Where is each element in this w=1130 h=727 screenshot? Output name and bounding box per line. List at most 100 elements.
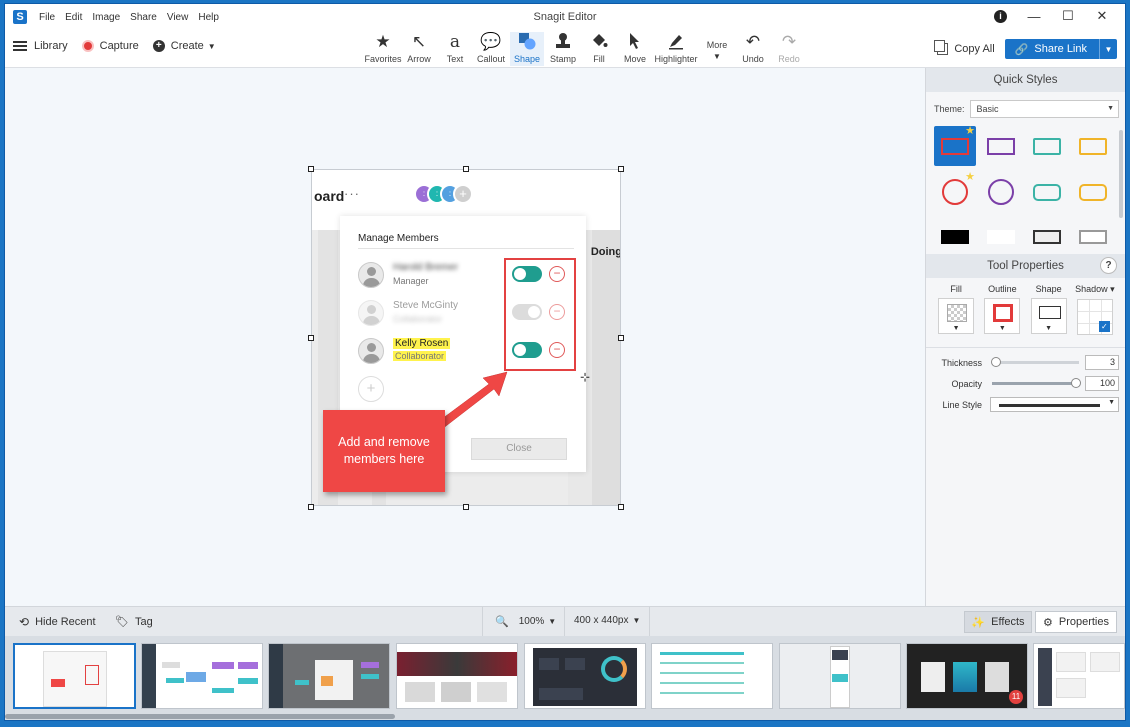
menu-help[interactable]: Help: [198, 12, 219, 23]
effects-button[interactable]: ✨ Effects: [964, 611, 1032, 633]
chevron-down-icon: ▼: [998, 325, 1006, 332]
library-label: Library: [34, 40, 68, 52]
library-button[interactable]: Library: [13, 40, 68, 52]
recent-thumbnail[interactable]: [396, 643, 518, 709]
quick-style-gray-outline[interactable]: [1072, 218, 1114, 258]
hide-recent-button[interactable]: ⟲ Hide Recent: [19, 615, 96, 629]
tool-fill[interactable]: Fill: [582, 32, 616, 66]
quick-style-black-fill[interactable]: [934, 218, 976, 258]
share-dropdown-button[interactable]: ▼: [1099, 39, 1117, 59]
menu-image[interactable]: Image: [92, 12, 120, 23]
resize-handle[interactable]: [618, 504, 624, 510]
close-icon[interactable]: ✕: [1085, 8, 1119, 24]
tag-icon: 🏷: [115, 616, 129, 628]
resize-handle[interactable]: [463, 166, 469, 172]
thickness-input[interactable]: 3: [1085, 355, 1119, 370]
thickness-label: Thickness: [941, 357, 982, 368]
quick-style-purple-rect[interactable]: [980, 126, 1022, 166]
quick-style-teal-rounded[interactable]: [1026, 172, 1068, 212]
property-label: Outline: [988, 284, 1017, 294]
slider-knob[interactable]: [991, 357, 1001, 367]
quick-style-purple-circle[interactable]: [980, 172, 1022, 212]
outline-swatch-button[interactable]: ▼: [984, 298, 1021, 334]
info-icon[interactable]: i: [994, 9, 1007, 23]
quick-style-yellow-rounded[interactable]: [1072, 172, 1114, 212]
menu-edit[interactable]: Edit: [65, 12, 82, 23]
chevron-down-icon: ▼: [632, 616, 641, 625]
tool-text[interactable]: a Text: [438, 32, 472, 66]
menu-share[interactable]: Share: [130, 12, 157, 23]
share-link-button[interactable]: 🔗 Share Link: [1004, 39, 1099, 59]
recent-thumbnail[interactable]: [524, 643, 646, 709]
opacity-row: Opacity 100: [926, 373, 1125, 394]
resize-handle[interactable]: [308, 335, 314, 341]
copy-all-button[interactable]: Copy All: [934, 40, 995, 55]
tag-button[interactable]: 🏷 Tag: [115, 615, 153, 629]
opacity-slider[interactable]: [992, 378, 1081, 388]
tool-move[interactable]: Move: [618, 32, 652, 66]
quick-style-teal-rect[interactable]: [1026, 126, 1068, 166]
help-icon[interactable]: ?: [1100, 257, 1117, 274]
recent-thumbnail[interactable]: [141, 643, 263, 709]
recent-thumbnail[interactable]: [779, 643, 901, 709]
recent-thumbnail[interactable]: [268, 643, 390, 709]
slider-knob[interactable]: [1071, 378, 1081, 388]
tool-callout[interactable]: 💬 Callout: [474, 32, 508, 66]
recent-thumbnail[interactable]: [651, 643, 773, 709]
quick-style-red-rect[interactable]: ★: [934, 125, 976, 166]
tool-label: Favorites: [364, 54, 402, 64]
divider: [564, 607, 565, 637]
copy-icon: [934, 40, 949, 55]
fill-swatch-button[interactable]: ▼: [938, 298, 975, 334]
red-rectangle-annotation[interactable]: [504, 258, 576, 371]
recent-thumbnail[interactable]: [13, 643, 136, 709]
shadow-check-icon: ✓: [1098, 321, 1110, 332]
zoom-control[interactable]: 🔍 100% ▼: [495, 615, 556, 628]
tool-stamp[interactable]: Stamp: [546, 32, 580, 66]
callout-annotation[interactable]: Add and remove members here: [323, 410, 445, 492]
resize-handle[interactable]: [308, 166, 314, 172]
snagit-logo-icon[interactable]: S: [13, 10, 27, 24]
tool-shape[interactable]: Shape: [510, 32, 544, 66]
thickness-slider[interactable]: [991, 357, 1079, 367]
tool-highlighter[interactable]: Highlighter: [654, 32, 698, 66]
minimize-icon[interactable]: —: [1017, 9, 1051, 24]
properties-button[interactable]: ⚙ Properties: [1035, 611, 1117, 633]
shape-select-button[interactable]: ▼: [1030, 298, 1067, 334]
tool-label: Fill: [593, 54, 605, 64]
status-bar: ⟲ Hide Recent 🏷 Tag 🔍 100% ▼ 400 x 440px…: [5, 606, 1125, 637]
shadow-select-button[interactable]: ✓: [1076, 299, 1113, 335]
menu-view[interactable]: View: [167, 12, 189, 23]
styles-scrollbar[interactable]: [1119, 130, 1123, 218]
recent-thumbnail[interactable]: 11: [906, 643, 1028, 709]
theme-select[interactable]: Basic: [969, 100, 1119, 118]
resize-handle[interactable]: [618, 166, 624, 172]
menu-file[interactable]: File: [39, 12, 55, 23]
capture-button[interactable]: Capture: [81, 40, 139, 52]
tool-label: Move: [623, 54, 646, 64]
line-style-select[interactable]: [990, 397, 1119, 412]
resize-handle[interactable]: [618, 335, 624, 341]
share-link-label: Share Link: [1034, 43, 1087, 55]
maximize-icon[interactable]: ☐: [1051, 8, 1085, 24]
tool-undo[interactable]: ↶ Undo: [736, 32, 770, 66]
quick-style-red-circle[interactable]: ★: [934, 171, 976, 212]
quick-style-white-fill[interactable]: [980, 218, 1022, 258]
quick-style-black-outline[interactable]: [1026, 218, 1068, 258]
copy-all-label: Copy All: [954, 43, 995, 55]
create-button[interactable]: + Create ▼: [152, 40, 216, 52]
opacity-input[interactable]: 100: [1085, 376, 1119, 391]
quick-style-yellow-rect[interactable]: [1072, 126, 1114, 166]
properties-label: Properties: [1058, 616, 1109, 628]
resize-handle[interactable]: [308, 504, 314, 510]
tray-scrollbar[interactable]: [5, 714, 395, 719]
editor-canvas[interactable]: oard ··· Doing : : : + Manage Members Ha…: [5, 68, 925, 606]
tool-favorites[interactable]: ★ Favorites: [364, 32, 402, 66]
recent-thumbnail[interactable]: [1033, 643, 1125, 709]
fill-bucket-icon: [590, 32, 608, 54]
tool-more[interactable]: More ▼: [700, 32, 734, 66]
tool-redo[interactable]: ↷ Redo: [772, 32, 806, 66]
image-size-control[interactable]: 400 x 440px ▼: [574, 615, 640, 626]
resize-handle[interactable]: [463, 504, 469, 510]
tool-arrow[interactable]: ↖ Arrow: [402, 32, 436, 66]
